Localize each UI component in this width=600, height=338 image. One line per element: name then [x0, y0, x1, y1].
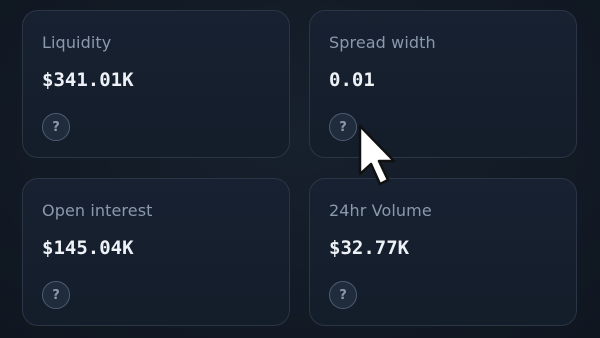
question-circle-icon[interactable]: ? — [329, 113, 357, 141]
stat-value: $145.04K — [42, 237, 134, 259]
stat-value: $341.01K — [42, 69, 134, 91]
stat-value: 0.01 — [329, 69, 375, 91]
question-circle-icon[interactable]: ? — [329, 281, 357, 309]
question-circle-icon[interactable]: ? — [42, 281, 70, 309]
stat-label: 24hr Volume — [329, 201, 432, 220]
stat-label: Spread width — [329, 33, 436, 52]
help-glyph: ? — [339, 119, 347, 135]
question-circle-icon[interactable]: ? — [42, 113, 70, 141]
help-glyph: ? — [52, 287, 60, 303]
stat-card-spread-width: Spread width 0.01 ? — [309, 10, 577, 158]
stat-card-open-interest: Open interest $145.04K ? — [22, 178, 290, 326]
stat-card-24hr-volume: 24hr Volume $32.77K ? — [309, 178, 577, 326]
stat-card-liquidity: Liquidity $341.01K ? — [22, 10, 290, 158]
stat-value: $32.77K — [329, 237, 410, 259]
help-glyph: ? — [339, 287, 347, 303]
help-glyph: ? — [52, 119, 60, 135]
stat-label: Liquidity — [42, 33, 112, 52]
stat-label: Open interest — [42, 201, 153, 220]
